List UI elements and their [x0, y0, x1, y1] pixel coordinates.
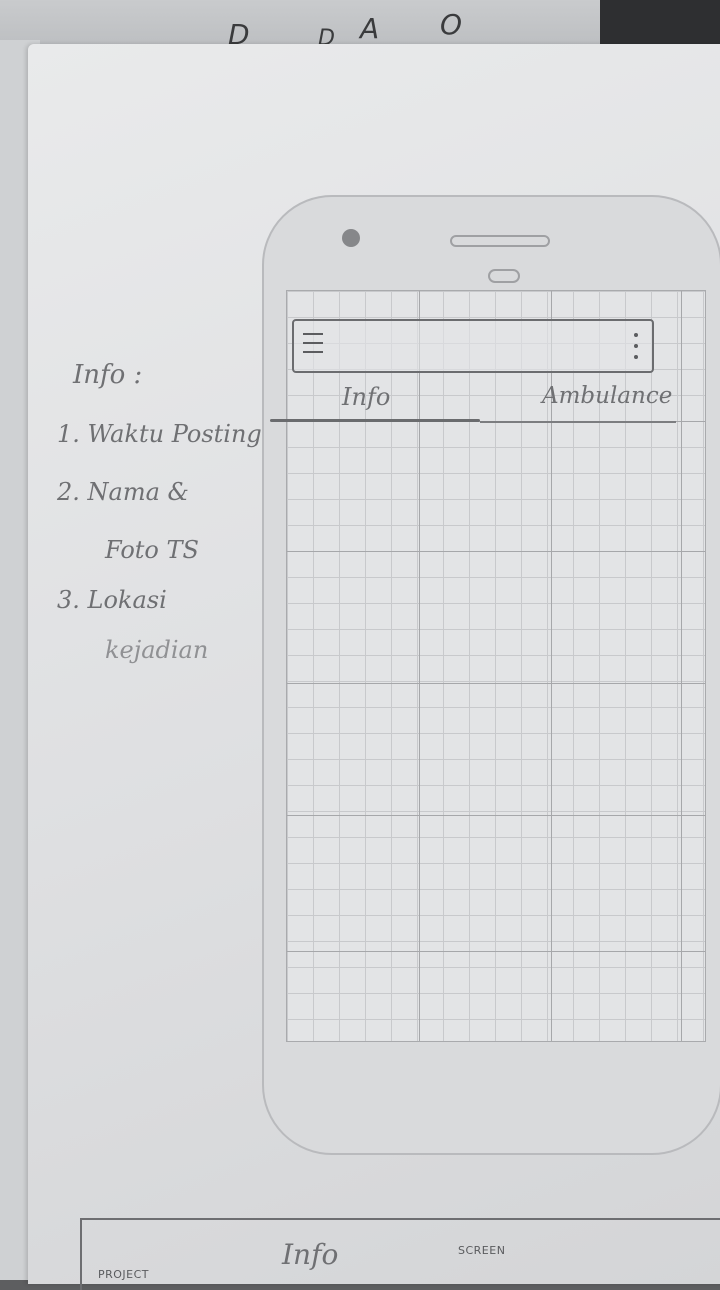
sensor [488, 269, 520, 283]
screen-label: SCREEN [458, 1244, 506, 1257]
speaker-grille [450, 235, 550, 247]
notes-title: Info : [73, 360, 143, 390]
note-item: 3. Lokasi [57, 586, 167, 614]
note-item: kejadian [105, 636, 209, 664]
app-bar [292, 319, 654, 373]
tab-ambulance[interactable]: Ambulance [542, 383, 672, 409]
grid-line [419, 291, 420, 1041]
title-block: PROJECT Info SCREEN [80, 1218, 720, 1290]
background-symbol: O [440, 8, 463, 41]
background-symbol: A [360, 12, 380, 45]
note-item: 1. Waktu Posting [57, 420, 262, 448]
grid-line [287, 951, 705, 952]
camera-icon [342, 229, 360, 247]
note-item: 2. Nama & [57, 478, 189, 506]
phone-frame: Info Ambulance [262, 195, 720, 1155]
tab-selected-indicator [270, 419, 480, 422]
note-item: Foto TS [105, 536, 199, 564]
grid-line [287, 551, 705, 552]
grid-line [287, 815, 705, 816]
overflow-menu-icon[interactable] [634, 333, 640, 363]
project-value: Info [282, 1238, 339, 1271]
project-label: PROJECT [98, 1268, 150, 1281]
hamburger-menu-icon[interactable] [303, 333, 325, 361]
grid-line [681, 291, 682, 1041]
tab-info[interactable]: Info [342, 383, 390, 411]
grid-line [287, 683, 705, 684]
tab-bar-divider [480, 421, 676, 423]
